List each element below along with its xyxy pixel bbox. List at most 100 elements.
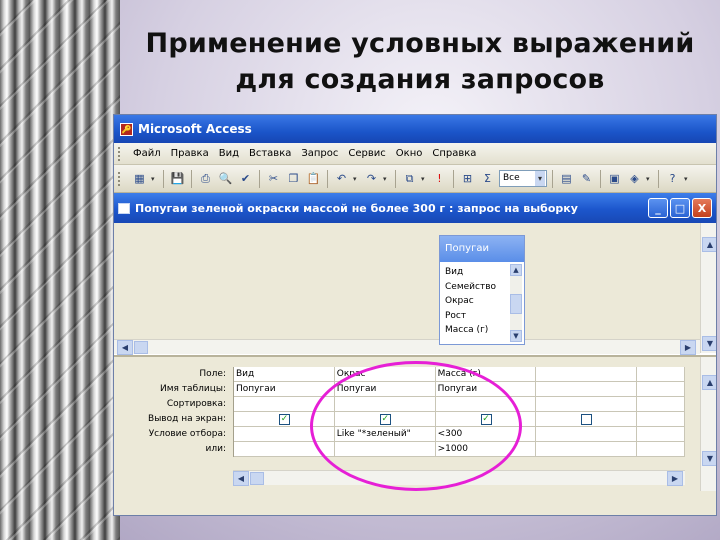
scroll-thumb[interactable] [134,341,148,354]
grid-vertical-scrollbar[interactable]: ▲ ▼ [700,357,716,491]
menu-query[interactable]: Запрос [296,143,343,165]
app-titlebar: 🔑 Microsoft Access [114,115,716,143]
grid-cell[interactable] [637,442,686,456]
toolbar-separator [658,169,659,188]
redo-icon[interactable]: ↷ [363,170,380,187]
spell-icon[interactable]: ✔ [237,170,254,187]
new-object-dropdown-icon[interactable]: ▾ [646,175,653,183]
grid-cell[interactable] [536,427,638,441]
show-checkbox[interactable]: ✓ [279,414,290,425]
toolbar-options-icon[interactable]: ▾ [684,175,691,183]
toolbar-separator [395,169,396,188]
field-scroll-down-icon[interactable]: ▼ [510,330,522,342]
table-pane-vertical-scrollbar[interactable]: ▲ ▼ [700,223,716,353]
grid-cell[interactable] [536,442,638,456]
grid-cell[interactable] [536,397,638,411]
grid-scroll-down-icon[interactable]: ▼ [702,451,716,466]
grid-cell[interactable] [234,442,335,456]
app-title: Microsoft Access [138,122,252,136]
run-icon[interactable]: ! [431,170,448,187]
grid-cell[interactable] [637,397,686,411]
undo-dropdown-icon[interactable]: ▾ [353,175,360,183]
menu-window[interactable]: Окно [391,143,428,165]
field-scroll-up-icon[interactable]: ▲ [510,264,522,276]
grid-cell[interactable]: Попугаи [234,382,335,396]
new-object-icon[interactable]: ◈ [626,170,643,187]
grid-cell[interactable] [637,427,686,441]
menu-view[interactable]: Вид [214,143,244,165]
field-scroll-thumb[interactable] [510,294,522,314]
view-dropdown-icon[interactable]: ▾ [151,175,158,183]
toolbar-grip-icon [118,171,122,186]
grid-scroll-up-icon[interactable]: ▲ [702,375,716,390]
grid-cell[interactable]: Попугаи [436,382,537,396]
build-icon[interactable]: ✎ [578,170,595,187]
slide-title-line2: для создания запросов [235,64,605,95]
query-type-dropdown-icon[interactable]: ▾ [421,175,428,183]
field-list-popugai[interactable]: Попугаи Вид Семейство Окрас Рост Масса (… [439,235,525,345]
menu-help[interactable]: Справка [427,143,481,165]
table-pane-horizontal-scrollbar[interactable]: ◀ ▶ [114,339,700,355]
print-icon[interactable]: ⎙ [197,170,214,187]
scroll-right-icon[interactable]: ▶ [680,340,696,355]
show-checkbox[interactable]: ✓ [379,414,391,425]
sum-icon[interactable]: Σ [479,170,496,187]
grid-row-criteria: Like "*зеленый" <300 [234,427,686,442]
close-button[interactable]: X [692,198,712,218]
grid-cell[interactable] [234,397,335,411]
criteria-cell-color[interactable]: Like "*зеленый" [335,427,436,441]
grid-cell[interactable] [536,382,638,396]
grid-cell[interactable]: Масса (г) [436,367,537,381]
preview-icon[interactable]: 🔍 [217,170,234,187]
field-list-scrollbar[interactable]: ▲ ▼ [510,264,522,342]
save-icon[interactable]: 💾 [169,170,186,187]
grid-cell[interactable] [637,412,686,426]
undo-icon[interactable]: ↶ [333,170,350,187]
show-table-icon[interactable]: ⊞ [459,170,476,187]
row-label-table: Имя таблицы: [160,384,226,394]
grid-cell[interactable] [637,382,686,396]
row-label-field: Поле: [199,369,226,379]
view-icon[interactable]: ▦ [131,170,148,187]
grid-cell[interactable] [536,367,638,381]
show-checkbox[interactable]: ✓ [480,414,492,425]
menu-file[interactable]: Файл [128,143,166,165]
maximize-button[interactable]: □ [670,198,690,218]
toolbar-separator [453,169,454,188]
menu-grip-icon [118,146,122,161]
grid-horizontal-scrollbar[interactable]: ◀ ▶ [233,470,685,486]
redo-dropdown-icon[interactable]: ▾ [383,175,390,183]
show-checkbox[interactable] [581,414,593,425]
criteria-cell-mass[interactable]: <300 [436,427,537,441]
grid-cell[interactable]: Вид [234,367,335,381]
grid-scroll-left-icon[interactable]: ◀ [233,471,249,486]
database-icon[interactable]: ▣ [606,170,623,187]
scroll-left-icon[interactable]: ◀ [117,340,133,355]
grid-row-sort [234,397,686,412]
grid-scroll-thumb[interactable] [250,472,264,485]
paste-icon[interactable]: 📋 [305,170,322,187]
grid-scroll-right-icon[interactable]: ▶ [667,471,683,486]
copy-icon[interactable]: ❐ [285,170,302,187]
help-icon[interactable]: ? [664,170,681,187]
top-values-combo[interactable]: Все [499,170,547,187]
menu-edit[interactable]: Правка [166,143,214,165]
scroll-down-icon[interactable]: ▼ [702,336,716,351]
grid-cell[interactable] [335,397,436,411]
properties-icon[interactable]: ▤ [558,170,575,187]
menu-tools[interactable]: Сервис [343,143,390,165]
grid-cell[interactable] [436,397,537,411]
query-type-icon[interactable]: ⧉ [401,170,418,187]
cut-icon[interactable]: ✂ [265,170,282,187]
menu-insert[interactable]: Вставка [244,143,296,165]
grid-cell[interactable]: Попугаи [335,382,436,396]
minimize-button[interactable]: _ [648,198,668,218]
scroll-up-icon[interactable]: ▲ [702,237,716,252]
grid-cell[interactable] [637,367,686,381]
grid-cell[interactable] [335,442,436,456]
grid-cell[interactable]: Окрас [335,367,436,381]
grid-cell[interactable] [234,427,335,441]
grid-row-field: Вид Окрас Масса (г) [234,367,686,382]
toolbar-separator [163,169,164,188]
or-cell-mass[interactable]: >1000 [436,442,537,456]
